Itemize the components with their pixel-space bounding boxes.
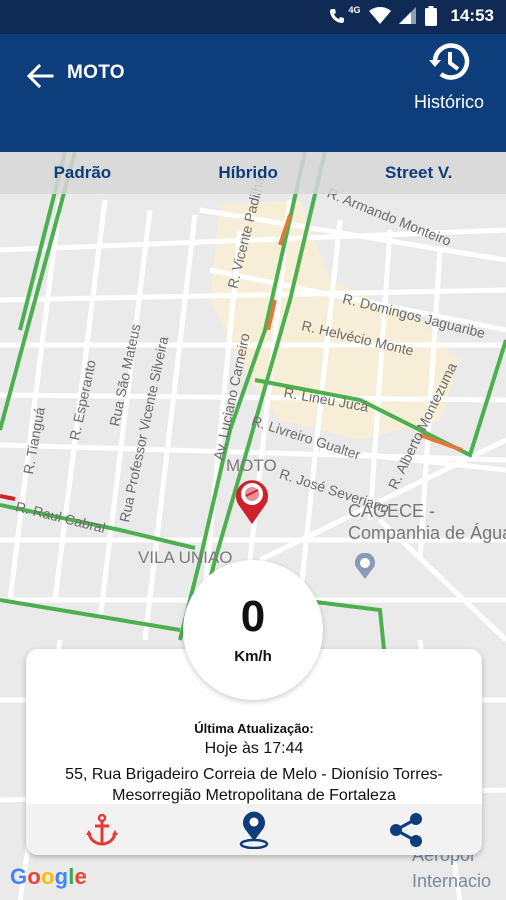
wifi-icon xyxy=(368,7,391,24)
signal-icon xyxy=(398,7,416,24)
tab-street-view[interactable]: Street V. xyxy=(385,163,452,183)
poi-label[interactable]: CAGECE - Companhia de Água xyxy=(348,500,506,544)
history-icon xyxy=(429,43,470,80)
anchor-icon xyxy=(86,813,118,846)
anchor-button[interactable] xyxy=(82,810,122,850)
location-pin-icon xyxy=(239,811,269,849)
airport-line: Internacio xyxy=(412,871,492,891)
neighborhood-label: VILA UNIAO xyxy=(138,548,233,567)
tab-padrao[interactable]: Padrão xyxy=(54,163,112,183)
history-button[interactable]: Histórico xyxy=(406,40,492,120)
back-arrow-icon[interactable] xyxy=(26,62,54,90)
speed-indicator: 0 Km/h xyxy=(183,560,323,700)
poi-line: CAGECE - xyxy=(348,501,436,521)
page-title: MOTO xyxy=(67,62,125,83)
speed-unit: Km/h xyxy=(234,648,272,665)
call-icon xyxy=(329,9,344,23)
poi-pin-icon[interactable] xyxy=(354,553,376,579)
tab-hibrido[interactable]: Híbrido xyxy=(218,163,278,183)
share-button[interactable] xyxy=(386,810,426,850)
status-bar: 4G 14:53 xyxy=(0,0,506,34)
vehicle-marker-icon[interactable] xyxy=(234,476,270,524)
status-time: 14:53 xyxy=(450,6,494,25)
share-icon xyxy=(390,812,422,847)
google-letter: e xyxy=(74,864,87,889)
vehicle-address: 55, Rua Brigadeiro Correia de Melo - Dio… xyxy=(65,766,443,804)
google-logo: Google xyxy=(10,864,87,890)
speed-value: 0 xyxy=(240,592,266,641)
last-update-title: Última Atualização: xyxy=(194,721,314,736)
action-bar xyxy=(26,804,482,855)
location-button[interactable] xyxy=(234,810,274,850)
app-bar: MOTO Histórico xyxy=(0,34,506,152)
map-type-tabs: Padrão Híbrido Street V. xyxy=(0,152,506,194)
google-letter: o xyxy=(40,864,55,889)
vehicle-label: MOTO xyxy=(226,456,277,475)
google-letter: G xyxy=(10,864,28,889)
google-letter: o xyxy=(27,864,41,889)
last-update-time: Hoje às 17:44 xyxy=(204,740,304,757)
battery-icon xyxy=(424,6,437,26)
network-type: 4G xyxy=(348,5,361,15)
poi-line: Companhia de Água xyxy=(348,523,506,543)
google-letter: g xyxy=(54,864,69,889)
history-label: Histórico xyxy=(413,92,484,112)
status-icons: 4G 14:53 xyxy=(329,5,494,26)
